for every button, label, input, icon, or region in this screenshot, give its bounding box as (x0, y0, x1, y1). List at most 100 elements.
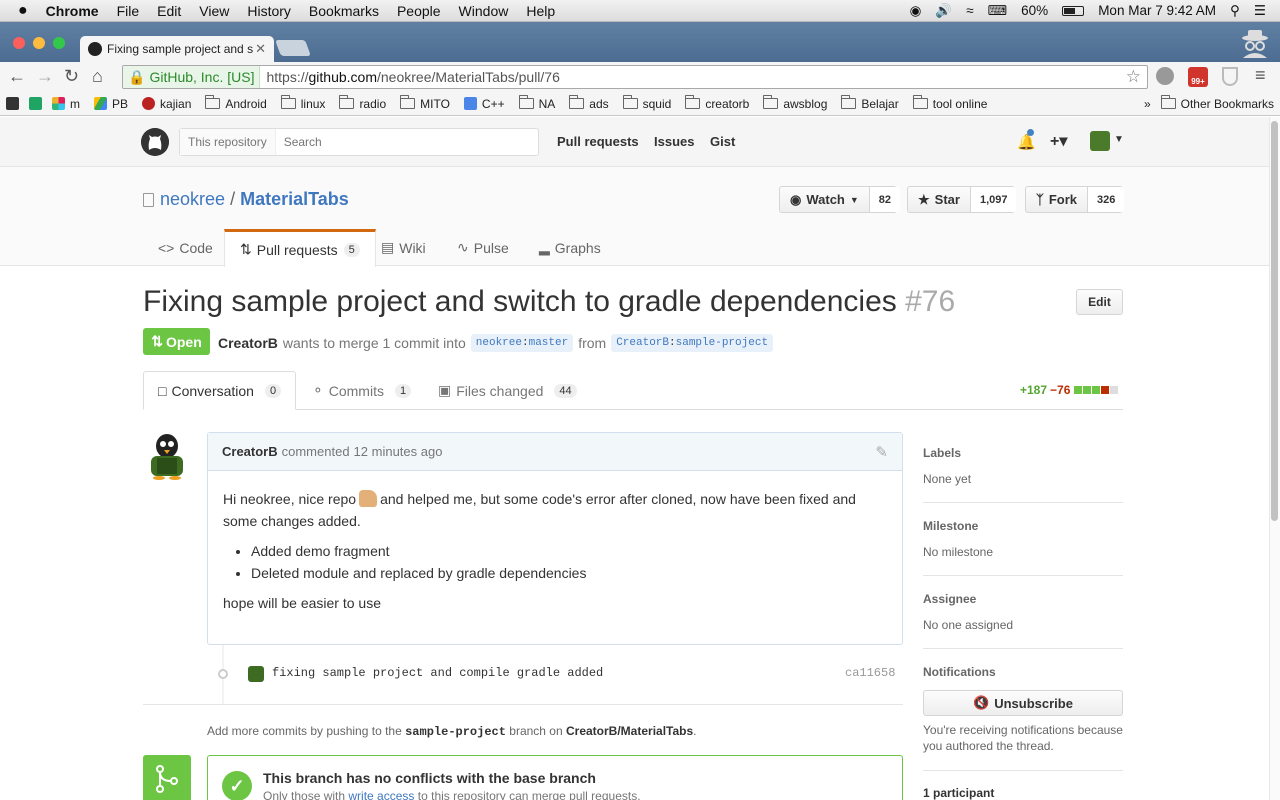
edit-title-button[interactable]: Edit (1076, 289, 1123, 315)
tab-conversation[interactable]: □ Conversation 0 (143, 371, 297, 410)
unsubscribe-button[interactable]: 🔇 Unsubscribe (923, 690, 1123, 716)
bookmark-folder[interactable]: NA (518, 95, 555, 111)
url-text[interactable]: https://github.com/neokree/MaterialTabs/… (260, 69, 559, 85)
head-branch[interactable]: CreatorB:sample-project (611, 334, 774, 352)
bookmark-folder[interactable]: linux (280, 95, 325, 111)
fork-count[interactable]: 326 (1086, 187, 1125, 212)
nav-gist[interactable]: Gist (710, 134, 735, 149)
apple-menu-icon[interactable]: ● (18, 2, 28, 20)
battery-icon[interactable] (1062, 5, 1085, 16)
bookmark-apps-icon[interactable] (6, 97, 19, 110)
close-tab-icon[interactable]: ✕ (255, 41, 266, 57)
base-branch[interactable]: neokree:master (470, 334, 574, 352)
extension-badge-icon[interactable]: 99+ (1188, 67, 1208, 87)
extension-shield-icon[interactable] (1222, 67, 1238, 86)
bookmark-item[interactable]: C++ (463, 97, 505, 111)
milestone-heading[interactable]: Milestone (923, 519, 978, 533)
user-avatar[interactable] (1090, 131, 1110, 151)
hint-repo-link[interactable]: CreatorB/MaterialTabs (566, 724, 693, 738)
close-window-button[interactable] (13, 37, 25, 49)
comment-time[interactable]: 12 minutes ago (354, 444, 443, 459)
chevron-down-icon[interactable]: ▼ (1114, 134, 1124, 145)
scrollbar-thumb[interactable] (1271, 121, 1278, 521)
notification-center-icon[interactable]: ☰ (1254, 3, 1266, 19)
nav-issues[interactable]: Issues (654, 134, 694, 149)
menu-help[interactable]: Help (526, 3, 555, 19)
tab-files-changed[interactable]: ▣ Files changed 44 (424, 371, 591, 410)
bookmark-item[interactable]: PB (94, 97, 128, 111)
bookmark-folder[interactable]: ads (569, 95, 609, 111)
star-count[interactable]: 1,097 (969, 187, 1017, 212)
comment-author-link[interactable]: CreatorB (222, 444, 278, 459)
spotlight-icon[interactable]: ⚲ (1230, 3, 1240, 19)
create-new-menu[interactable]: +▾ (1050, 131, 1067, 151)
repo-name-link[interactable]: MaterialTabs (240, 189, 349, 210)
menu-history[interactable]: History (247, 3, 291, 19)
assignee-heading[interactable]: Assignee (923, 592, 976, 606)
bookmark-folder[interactable]: tool online (912, 95, 987, 111)
bookmark-folder[interactable]: Belajar (841, 95, 899, 111)
repo-tab-pull-requests[interactable]: ⇅ Pull requests 5 (224, 229, 376, 267)
wifi-icon[interactable]: ≈ (966, 3, 973, 18)
search-scope-label[interactable]: This repository (180, 129, 276, 155)
menu-view[interactable]: View (199, 3, 229, 19)
commit-sha-link[interactable]: ca11658 (845, 666, 895, 680)
site-search[interactable]: This repository (179, 128, 539, 156)
menu-people[interactable]: People (397, 3, 441, 19)
bookmark-folder[interactable]: radio (339, 95, 386, 111)
commit-author-avatar[interactable] (248, 666, 264, 682)
repo-tab-graphs[interactable]: ▂ Graphs (524, 229, 616, 266)
address-bar[interactable]: 🔒 GitHub, Inc. [US] https://github.com/n… (122, 65, 1148, 89)
reload-button[interactable]: ↻ (64, 66, 79, 87)
battery-percent[interactable]: 60% (1021, 3, 1048, 18)
github-logo-icon[interactable] (141, 128, 169, 156)
write-access-link[interactable]: write access (348, 789, 414, 800)
pr-author-link[interactable]: CreatorB (218, 335, 278, 351)
bookmark-item[interactable]: m (52, 97, 80, 111)
menu-window[interactable]: Window (459, 3, 509, 19)
repo-tab-code[interactable]: <> Code (143, 229, 228, 266)
bookmark-star-icon[interactable]: ☆ (1126, 67, 1141, 87)
clock[interactable]: Mon Mar 7 9:42 AM (1098, 3, 1216, 18)
repo-owner-link[interactable]: neokree (160, 189, 225, 210)
extension-chat-icon[interactable] (1156, 67, 1174, 85)
other-bookmarks[interactable]: Other Bookmarks (1160, 95, 1274, 111)
watch-count[interactable]: 82 (868, 187, 901, 212)
bookmark-folder[interactable]: creatorb (685, 95, 749, 111)
bookmark-folder[interactable]: Android (205, 95, 267, 111)
repo-tab-wiki[interactable]: ▤ Wiki (366, 229, 441, 266)
app-menu[interactable]: Chrome (46, 3, 99, 19)
bookmark-sheets-icon[interactable] (29, 97, 42, 110)
search-input[interactable] (275, 135, 516, 149)
zoom-window-button[interactable] (53, 37, 65, 49)
nav-pull-requests[interactable]: Pull requests (557, 134, 639, 149)
back-button[interactable]: ← (8, 66, 26, 87)
volume-icon[interactable]: 🔊 (935, 3, 952, 19)
home-button[interactable]: ⌂ (92, 66, 103, 87)
bookmark-folder[interactable]: MITO (400, 95, 450, 111)
tab-commits[interactable]: ⚬ Commits 1 (298, 371, 425, 410)
secure-indicator[interactable]: 🔒 GitHub, Inc. [US] (123, 66, 261, 88)
bookmark-folder[interactable]: awsblog (763, 95, 827, 111)
bell-icon[interactable]: 🔔 (1017, 133, 1036, 151)
bookmarks-overflow-button[interactable]: » (1144, 97, 1151, 111)
minimize-window-button[interactable] (33, 37, 45, 49)
commenter-avatar[interactable] (143, 432, 191, 480)
keyboard-icon[interactable]: ⌨ (988, 3, 1008, 19)
new-tab-button[interactable] (275, 40, 311, 56)
fork-button[interactable]: ᛉ Fork 326 (1025, 186, 1125, 213)
menu-bookmarks[interactable]: Bookmarks (309, 3, 379, 19)
labels-heading[interactable]: Labels (923, 446, 961, 460)
browser-tab-active[interactable]: Fixing sample project and s ✕ (80, 36, 274, 62)
commit-message-link[interactable]: fixing sample project and compile gradle… (272, 666, 603, 680)
star-button[interactable]: ★ Star 1,097 (907, 186, 1017, 213)
repo-tab-pulse[interactable]: ∿ Pulse (442, 229, 524, 266)
pencil-icon[interactable]: ✎ (875, 443, 888, 461)
forward-button[interactable]: → (36, 66, 54, 87)
incognito-status-icon[interactable]: ◉ (910, 3, 922, 19)
menu-file[interactable]: File (117, 3, 140, 19)
bookmark-folder[interactable]: squid (622, 95, 671, 111)
menu-edit[interactable]: Edit (157, 3, 181, 19)
chrome-menu-icon[interactable]: ≡ (1255, 65, 1266, 86)
bookmark-item[interactable]: kajian (142, 97, 191, 111)
